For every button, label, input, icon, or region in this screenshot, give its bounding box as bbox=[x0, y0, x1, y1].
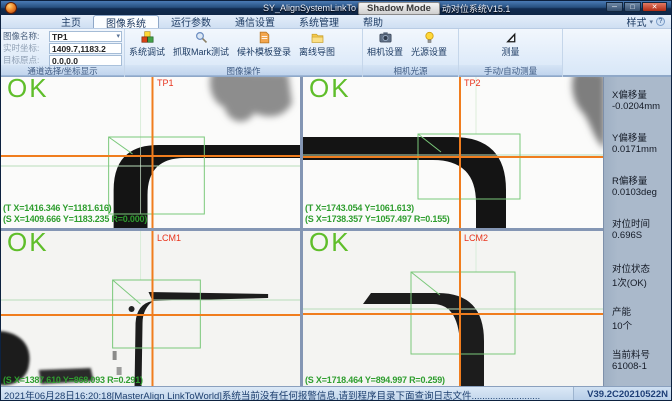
app-orb-icon[interactable] bbox=[5, 2, 17, 14]
realtime-coord-field: 1409.7,1183.2 bbox=[49, 43, 122, 54]
camera-view-lcm1[interactable]: OK LCM1 (S X=1387.610 Y=868.093 R=0.291) bbox=[1, 231, 300, 386]
camera-settings-button[interactable]: 相机设置 bbox=[363, 29, 407, 58]
chevron-down-icon[interactable]: ▾ bbox=[649, 18, 653, 26]
group-caption-measure: 手动/自动测量 bbox=[459, 65, 562, 76]
camera-view-lcm2[interactable]: OK LCM2 (S X=1718.464 Y=894.997 R=0.259) bbox=[303, 231, 603, 386]
r-offset-label: R偏移量 bbox=[612, 173, 672, 187]
status-message: 2021年06月28日16:20:18[MasterAlign LinkToWo… bbox=[1, 388, 573, 401]
realtime-coord-value: 1409.7,1183.2 bbox=[52, 44, 106, 54]
camera-view-tp1[interactable]: OK TP1 (T X=1416.346 Y=1181.616) (S X=14… bbox=[1, 77, 300, 228]
current-part-value: 61008-1 bbox=[612, 361, 672, 372]
align-status-value: 1次(OK) bbox=[612, 275, 672, 289]
menu-bar: 主页 图像系统 运行参数 通信设置 系统管理 帮助 样式 ▾ ? bbox=[1, 15, 672, 29]
app-window: SY_AlignSystemLinkTo Shadow Mode 动对位系统V1… bbox=[0, 0, 672, 401]
image-ops-group: 系统调试 抓取Mark测试 候补模板登录 bbox=[125, 29, 363, 77]
snap-coord-text: (S X=1738.357 Y=1057.497 R=0.155) bbox=[305, 214, 450, 224]
close-button[interactable]: ✕ bbox=[642, 2, 667, 12]
capacity-value: 10个 bbox=[612, 318, 672, 332]
channel-coord-group: 图像名称: TP1 ▾ 实时坐标: 1409.7,1183.2 目标原点: 0.… bbox=[1, 29, 125, 77]
group-caption-channel: 通道选择/坐标显示 bbox=[1, 65, 124, 76]
status-ok: OK bbox=[7, 77, 49, 104]
status-ok: OK bbox=[7, 231, 49, 258]
magnifier-icon bbox=[194, 31, 208, 44]
align-time-value: 0.696S bbox=[612, 230, 672, 241]
target-coord-text: (T X=1416.346 Y=1181.616) bbox=[3, 203, 111, 213]
offline-map-button[interactable]: 离线导图 bbox=[295, 29, 339, 58]
cubes-icon bbox=[140, 31, 154, 44]
minimize-button[interactable]: ─ bbox=[606, 2, 623, 12]
folder-icon bbox=[310, 31, 324, 44]
help-icon[interactable]: ? bbox=[656, 17, 665, 26]
title-text-left: SY_AlignSystemLinkTo bbox=[263, 3, 356, 13]
chevron-down-icon: ▾ bbox=[116, 32, 120, 42]
shadow-mode-badge: Shadow Mode bbox=[358, 2, 440, 15]
panel-label-tp2: TP2 bbox=[464, 78, 481, 88]
snap-coord-text: (S X=1409.666 Y=1183.235 R=0.000) bbox=[3, 214, 147, 224]
title-text-right: 动对位系统V15.1 bbox=[442, 2, 511, 15]
window-controls: ─ □ ✕ bbox=[606, 2, 667, 12]
image-name-select[interactable]: TP1 ▾ bbox=[49, 31, 122, 42]
style-dropdown[interactable]: 样式 bbox=[626, 14, 646, 29]
measure-icon bbox=[503, 31, 517, 44]
align-time-label: 对位时间 bbox=[612, 216, 672, 230]
camera-view-tp2[interactable]: OK TP2 (T X=1743.054 Y=1061.613) (S X=17… bbox=[303, 77, 603, 228]
system-debug-button[interactable]: 系统调试 bbox=[125, 29, 169, 58]
menu-item-comm-settings[interactable]: 通信设置 bbox=[223, 15, 287, 28]
measurement-sidebar: X偏移量 -0.0204mm Y偏移量 0.0171mm R偏移量 0.0103… bbox=[603, 77, 672, 386]
menu-item-system-mgmt[interactable]: 系统管理 bbox=[287, 15, 351, 28]
status-ok: OK bbox=[309, 77, 351, 104]
y-offset-value: 0.0171mm bbox=[612, 144, 672, 155]
window-title: SY_AlignSystemLinkTo Shadow Mode 动对位系统V1… bbox=[263, 1, 510, 15]
version-text: V39.2C20210522N bbox=[573, 387, 672, 401]
menu-item-run-params[interactable]: 运行参数 bbox=[159, 15, 223, 28]
group-caption-image-ops: 图像操作 bbox=[125, 65, 362, 76]
target-origin-field: 0.0,0.0 bbox=[49, 55, 122, 66]
light-settings-button[interactable]: 光源设置 bbox=[407, 29, 451, 58]
status-ok: OK bbox=[309, 231, 351, 258]
capacity-label: 产能 bbox=[612, 304, 672, 318]
snap-coord-text: (S X=1387.610 Y=868.093 R=0.291) bbox=[3, 375, 143, 385]
x-offset-label: X偏移量 bbox=[612, 87, 672, 101]
image-name-value: TP1 bbox=[52, 32, 68, 42]
template-register-button[interactable]: 候补模板登录 bbox=[233, 29, 295, 58]
menu-item-image-system[interactable]: 图像系统 bbox=[93, 15, 159, 28]
group-caption-camera-light: 相机光源 bbox=[363, 65, 458, 76]
camera-light-group: 相机设置 光源设置 相机光源 bbox=[363, 29, 459, 77]
maximize-button[interactable]: □ bbox=[624, 2, 641, 12]
title-bar: SY_AlignSystemLinkTo Shadow Mode 动对位系统V1… bbox=[1, 1, 672, 15]
camera-icon bbox=[378, 31, 392, 44]
camera-grid: OK TP1 (T X=1416.346 Y=1181.616) (S X=14… bbox=[1, 77, 672, 386]
template-icon bbox=[257, 31, 271, 44]
target-origin-value: 0.0,0.0 bbox=[52, 56, 78, 66]
r-offset-value: 0.0103deg bbox=[612, 187, 672, 198]
measure-button[interactable]: 测量 bbox=[497, 29, 523, 58]
status-bar: 2021年06月28日16:20:18[MasterAlign LinkToWo… bbox=[1, 386, 672, 401]
menu-item-help[interactable]: 帮助 bbox=[351, 15, 395, 28]
realtime-coord-label: 实时坐标: bbox=[3, 42, 49, 54]
panel-label-tp1: TP1 bbox=[157, 78, 174, 88]
snap-coord-text: (S X=1718.464 Y=894.997 R=0.259) bbox=[305, 375, 445, 385]
grab-mark-test-button[interactable]: 抓取Mark测试 bbox=[169, 29, 233, 58]
image-name-label: 图像名称: bbox=[3, 30, 49, 42]
y-offset-label: Y偏移量 bbox=[612, 130, 672, 144]
panel-label-lcm1: LCM1 bbox=[157, 233, 181, 243]
panel-label-lcm2: LCM2 bbox=[464, 233, 488, 243]
ribbon-toolbar: 图像名称: TP1 ▾ 实时坐标: 1409.7,1183.2 目标原点: 0.… bbox=[1, 29, 672, 77]
x-offset-value: -0.0204mm bbox=[612, 101, 672, 112]
menu-item-home[interactable]: 主页 bbox=[49, 15, 93, 28]
align-status-label: 对位状态 bbox=[612, 261, 672, 275]
target-coord-text: (T X=1743.054 Y=1061.613) bbox=[305, 203, 414, 213]
measure-group: 测量 手动/自动测量 bbox=[459, 29, 563, 77]
current-part-label: 当前料号 bbox=[612, 347, 672, 361]
ribbon-filler bbox=[563, 29, 672, 75]
bulb-icon bbox=[422, 31, 436, 44]
